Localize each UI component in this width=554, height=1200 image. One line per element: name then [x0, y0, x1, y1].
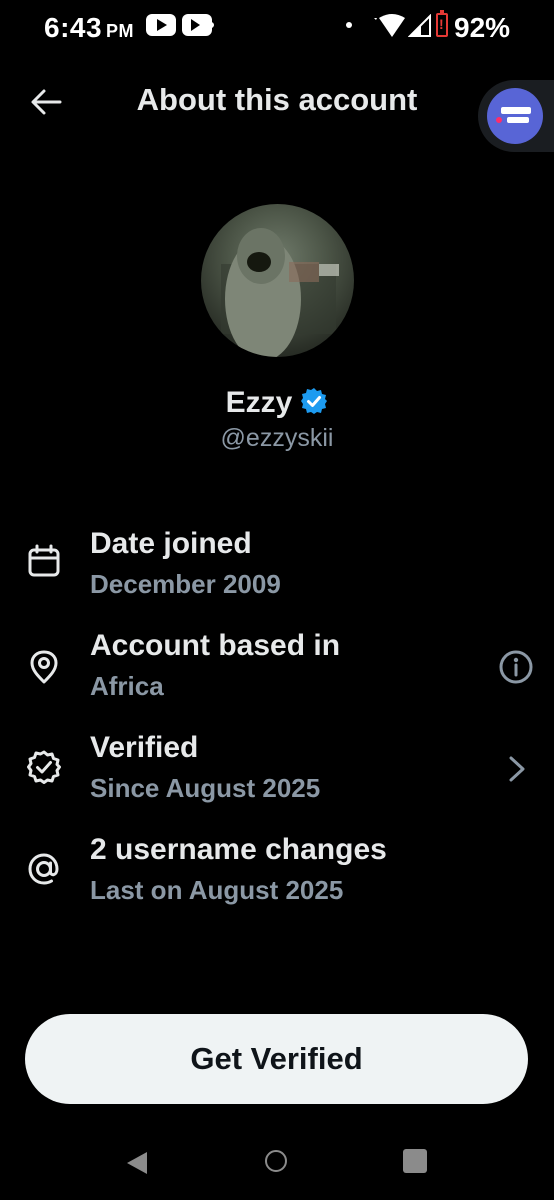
header: About this account — [0, 60, 554, 144]
info-row-username-changes: 2 username changes Last on August 2025 — [0, 833, 554, 923]
wifi-icon — [374, 14, 405, 37]
nav-recents-icon[interactable] — [403, 1149, 427, 1173]
location-pin-icon — [30, 650, 58, 684]
info-row-subtitle: Since August 2025 — [90, 773, 321, 803]
info-row-verified[interactable]: Verified Since August 2025 — [0, 731, 554, 821]
battery-icon — [436, 10, 448, 37]
verified-check-icon — [27, 750, 61, 784]
youtube-tv-dot-icon — [208, 22, 214, 28]
info-row-title: Account based in — [90, 629, 341, 662]
avatar — [201, 204, 354, 357]
info-row-date-joined: Date joined December 2009 — [0, 527, 554, 617]
info-row-account-location: Account based in Africa — [0, 629, 554, 719]
username-handle: @ezzyskii — [220, 424, 334, 452]
info-row-title: 2 username changes — [90, 833, 387, 866]
nav-home-icon[interactable] — [265, 1150, 287, 1172]
info-row-subtitle: Africa — [90, 671, 164, 701]
info-row-subtitle: December 2009 — [90, 569, 281, 599]
info-row-title: Date joined — [90, 527, 252, 560]
chat-bubble-icon — [487, 88, 543, 144]
floating-chat-button[interactable] — [478, 80, 554, 152]
signal-icon — [408, 14, 431, 37]
status-bar: 6:43PM 92% — [0, 0, 554, 54]
nav-back-icon[interactable] — [125, 1150, 149, 1176]
info-icon[interactable] — [498, 649, 534, 685]
info-row-title: Verified — [90, 731, 199, 764]
chevron-right-icon[interactable] — [498, 751, 534, 787]
youtube-icon — [146, 14, 176, 36]
get-verified-label: Get Verified — [190, 1041, 363, 1076]
status-time: 6:43 PM — [44, 12, 135, 43]
calendar-icon — [28, 544, 60, 577]
info-row-subtitle: Last on August 2025 — [90, 875, 344, 905]
at-sign-icon — [28, 853, 59, 885]
notification-dot-icon — [346, 22, 352, 28]
verified-badge-icon — [301, 388, 328, 414]
battery-percentage: 92% — [454, 12, 511, 43]
system-nav-bar — [0, 1130, 554, 1200]
get-verified-button[interactable]: Get Verified — [25, 1014, 528, 1104]
page-title: About this account — [136, 82, 418, 117]
display-name: Ezzy — [0, 386, 554, 420]
display-name-text: Ezzy — [225, 386, 293, 419]
